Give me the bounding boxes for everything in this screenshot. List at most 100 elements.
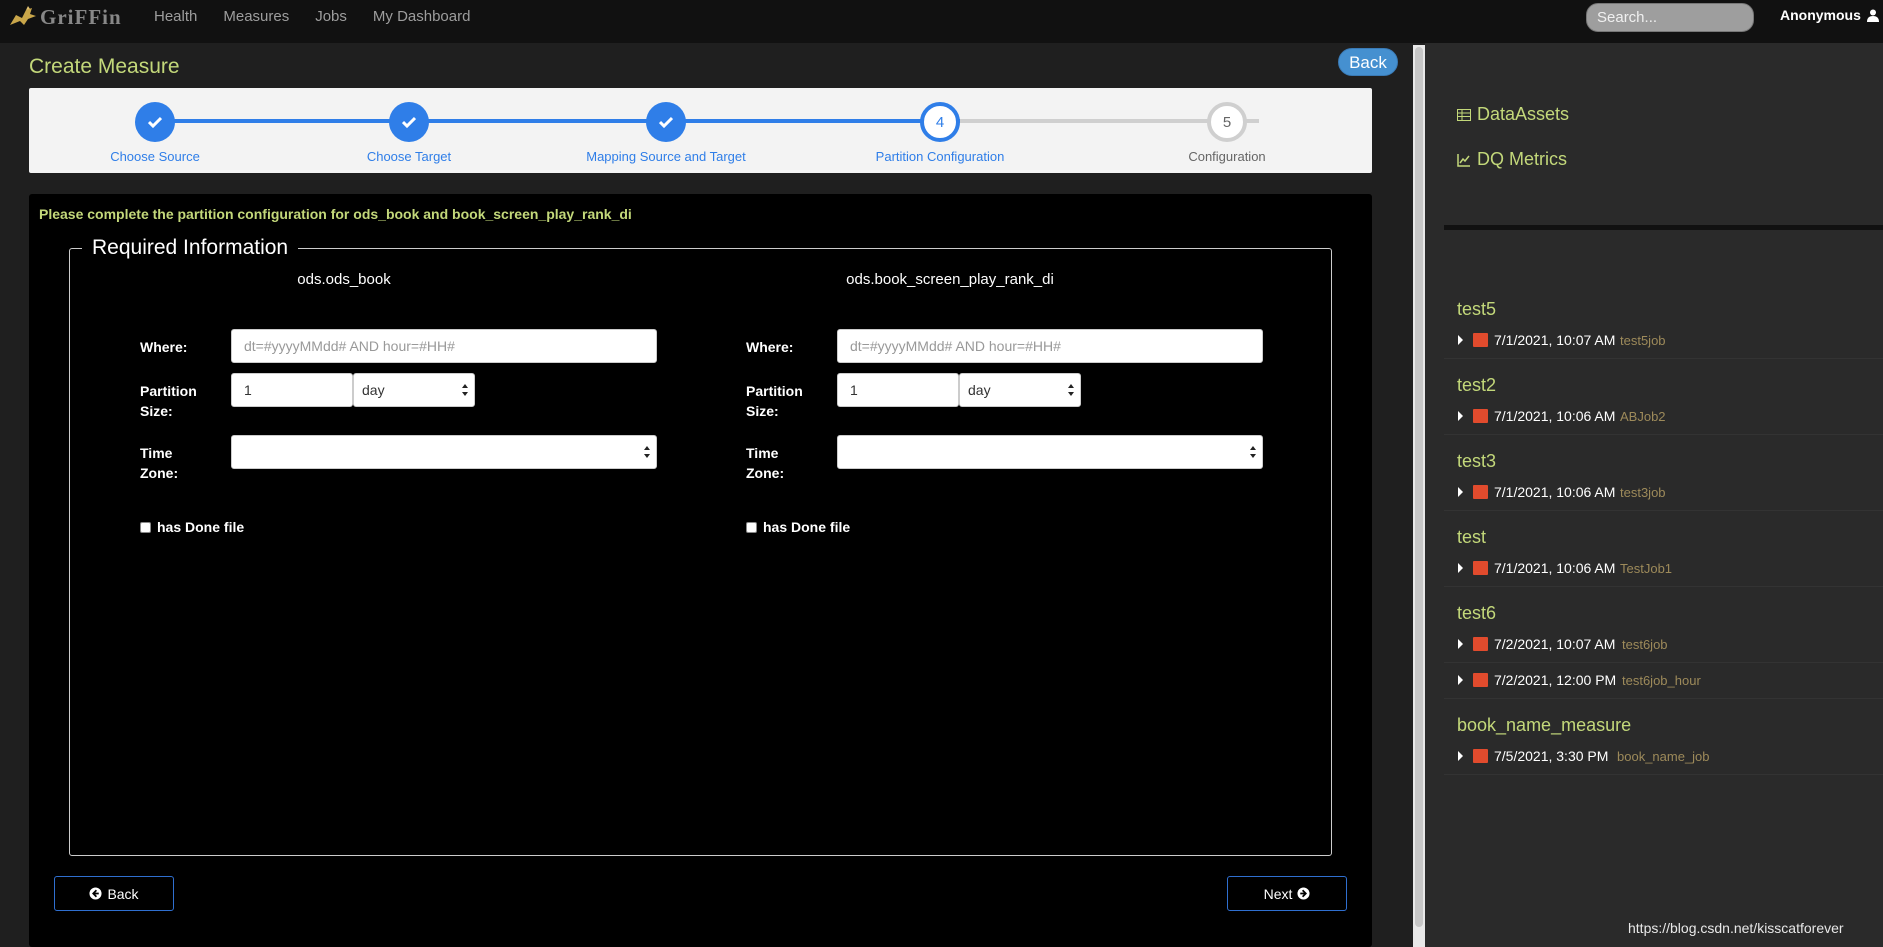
nav-jobs[interactable]: Jobs xyxy=(315,6,347,27)
user-icon xyxy=(1866,9,1879,22)
partition-form-panel: Please complete the partition configurat… xyxy=(29,194,1372,947)
back-button[interactable]: Back xyxy=(54,876,174,911)
progress-line-complete xyxy=(155,119,960,123)
nav-health[interactable]: Health xyxy=(154,6,197,27)
table-icon xyxy=(1457,108,1471,121)
caret-right-icon xyxy=(1458,751,1463,761)
metric-row[interactable]: 7/1/2021, 10:06 AM ABJob2 xyxy=(1444,399,1883,435)
step-number: 4 xyxy=(920,102,960,142)
next-label: Next xyxy=(1263,885,1293,902)
done-file-label: has Done file xyxy=(157,519,245,535)
metric-name[interactable]: book_name_measure xyxy=(1457,715,1631,736)
main-scrollbar[interactable] xyxy=(1413,45,1425,947)
time-zone-label: Time Zone: xyxy=(746,445,785,481)
check-icon xyxy=(135,102,175,142)
partition-size-label: Partition Size: xyxy=(746,383,803,419)
required-information-fieldset: Required Information ods.ods_book Where:… xyxy=(69,236,1332,856)
metric-row[interactable]: 7/5/2021, 3:30 PM book_name_job xyxy=(1444,739,1883,775)
top-navbar: GriFFin Health Measures Jobs My Dashboar… xyxy=(0,0,1883,43)
link-label: DataAssets xyxy=(1477,104,1570,124)
step-label: Choose Source xyxy=(110,149,200,164)
watermark-text: https://blog.csdn.net/kisscatforever xyxy=(1628,920,1844,936)
search-input[interactable] xyxy=(1586,3,1754,32)
area-chart-icon xyxy=(1473,561,1488,575)
metric-row[interactable]: 7/1/2021, 10:06 AM test3job xyxy=(1444,475,1883,511)
back-label: Back xyxy=(107,885,139,902)
line-chart-icon xyxy=(1457,153,1470,167)
partition-unit-select[interactable]: day xyxy=(959,373,1081,407)
area-chart-icon xyxy=(1473,485,1488,499)
table-name: ods.book_screen_play_rank_di xyxy=(846,271,1054,288)
metric-row[interactable]: 7/2/2021, 10:07 AM test6job xyxy=(1444,627,1883,663)
logo[interactable]: GriFFin xyxy=(8,2,122,32)
caret-right-icon xyxy=(1458,563,1463,573)
step-label: Configuration xyxy=(1188,149,1266,164)
area-chart-icon xyxy=(1473,673,1488,687)
nav-measures[interactable]: Measures xyxy=(223,6,289,27)
nav-my-dashboard[interactable]: My Dashboard xyxy=(373,6,471,27)
step-partition-configuration[interactable]: 4 Partition Configuration xyxy=(850,102,1030,164)
scrollbar-thumb[interactable] xyxy=(1415,47,1423,927)
time-zone-select[interactable] xyxy=(837,435,1263,469)
select-arrows-icon xyxy=(644,446,650,458)
metric-row[interactable]: 7/1/2021, 10:06 AM TestJob1 xyxy=(1444,551,1883,587)
metric-job: test3job xyxy=(1620,485,1666,500)
metric-job: book_name_job xyxy=(1617,749,1710,764)
area-chart-icon xyxy=(1473,333,1488,347)
back-button-top[interactable]: Back xyxy=(1338,48,1398,76)
metric-name[interactable]: test3 xyxy=(1457,451,1496,472)
metric-time: 7/1/2021, 10:07 AM xyxy=(1494,332,1616,348)
metric-job: test5job xyxy=(1620,333,1666,348)
where-input[interactable]: dt=#yyyyMMdd# AND hour=#HH# xyxy=(231,329,657,363)
metric-name[interactable]: test5 xyxy=(1457,299,1496,320)
metric-time: 7/2/2021, 12:00 PM xyxy=(1494,672,1617,688)
done-file-option[interactable]: has Done file xyxy=(140,519,244,535)
metric-row[interactable]: 7/1/2021, 10:07 AM test5job xyxy=(1444,323,1883,359)
sidebar-divider xyxy=(1444,225,1883,230)
check-icon xyxy=(646,102,686,142)
select-arrows-icon xyxy=(1250,446,1256,458)
time-zone-label: Time Zone: xyxy=(140,445,179,481)
metric-name[interactable]: test6 xyxy=(1457,603,1496,624)
step-mapping[interactable]: Mapping Source and Target xyxy=(576,102,756,164)
where-label: Where: xyxy=(746,339,794,355)
area-chart-icon xyxy=(1473,749,1488,763)
caret-right-icon xyxy=(1458,675,1463,685)
metric-row[interactable]: 7/2/2021, 12:00 PM test6job_hour xyxy=(1444,663,1883,699)
selected-unit: day xyxy=(362,382,385,398)
where-label: Where: xyxy=(140,339,188,355)
partition-size-input[interactable]: 1 xyxy=(837,373,959,407)
partition-size-label: Partition Size: xyxy=(140,383,197,419)
done-file-option[interactable]: has Done file xyxy=(746,519,850,535)
metric-time: 7/1/2021, 10:06 AM xyxy=(1494,408,1616,424)
step-configuration[interactable]: 5 Configuration xyxy=(1137,102,1317,164)
caret-right-icon xyxy=(1458,411,1463,421)
target-partition-column: ods.book_screen_play_rank_di Where: dt=#… xyxy=(706,249,1266,855)
done-file-checkbox[interactable] xyxy=(140,521,151,533)
arrow-circle-right-icon xyxy=(1297,887,1310,900)
partition-size-input[interactable]: 1 xyxy=(231,373,353,407)
sidebar: DataAssets DQ Metrics test5 7/1/2021, 10… xyxy=(1425,43,1883,947)
step-choose-source[interactable]: Choose Source xyxy=(65,102,245,164)
metric-time: 7/2/2021, 10:07 AM xyxy=(1494,636,1616,652)
step-label: Partition Configuration xyxy=(875,149,1005,164)
sidebar-link-dq-metrics[interactable]: DQ Metrics xyxy=(1457,149,1567,170)
step-choose-target[interactable]: Choose Target xyxy=(319,102,499,164)
link-label: DQ Metrics xyxy=(1477,149,1567,169)
griffin-logo-icon xyxy=(10,6,36,25)
step-number: 5 xyxy=(1207,102,1247,142)
user-menu[interactable]: Anonymous xyxy=(1780,7,1879,23)
metric-name[interactable]: test2 xyxy=(1457,375,1496,396)
source-partition-column: ods.ods_book Where: dt=#yyyyMMdd# AND ho… xyxy=(100,249,660,855)
select-arrows-icon xyxy=(1068,384,1074,396)
check-icon xyxy=(389,102,429,142)
where-input[interactable]: dt=#yyyyMMdd# AND hour=#HH# xyxy=(837,329,1263,363)
sidebar-link-dataassets[interactable]: DataAssets xyxy=(1457,104,1569,125)
step-label: Mapping Source and Target xyxy=(586,149,746,164)
done-file-checkbox[interactable] xyxy=(746,521,757,533)
next-button[interactable]: Next xyxy=(1227,876,1347,911)
partition-unit-select[interactable]: day xyxy=(353,373,475,407)
time-zone-select[interactable] xyxy=(231,435,657,469)
metric-job: test6job_hour xyxy=(1622,673,1701,688)
metric-name[interactable]: test xyxy=(1457,527,1486,548)
